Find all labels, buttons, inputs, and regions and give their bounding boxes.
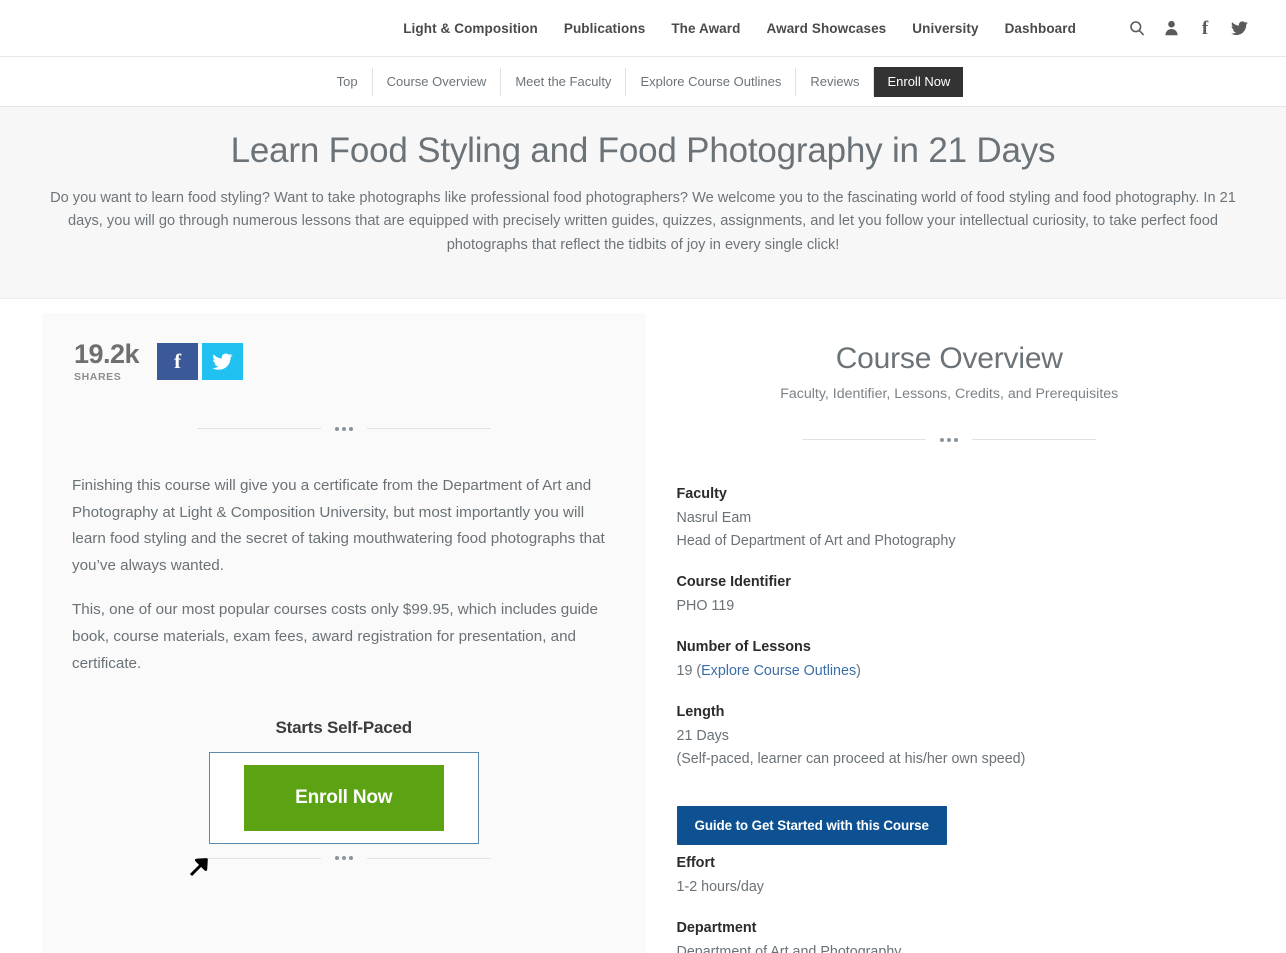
divider-dots — [940, 437, 959, 442]
top-navigation-bar: Light & Composition Publications The Awa… — [0, 0, 1286, 57]
lessons-count: 19 ( — [676, 663, 702, 680]
hero-description: Do you want to learn food styling? Want … — [50, 189, 1236, 254]
right-column: Course Overview Faculty, Identifier, Les… — [646, 312, 1252, 953]
lessons-suffix: ) — [856, 663, 861, 680]
detail-label: Faculty — [676, 485, 727, 502]
nav-dashboard[interactable]: Dashboard — [1005, 21, 1076, 36]
divider-line-right — [366, 857, 491, 859]
top-navigation-icons: f — [1128, 19, 1248, 38]
divider-dots — [334, 856, 353, 861]
detail-label: Department — [676, 919, 757, 936]
divider-line-left — [196, 428, 321, 430]
detail-value: Nasrul Eam — [676, 509, 752, 526]
guide-to-get-started-button[interactable]: Guide to Get Started with this Course — [676, 805, 947, 845]
cursor-arrow-icon — [189, 857, 208, 876]
divider-line-right — [972, 439, 1097, 441]
subnav-meet-the-faculty[interactable]: Meet the Faculty — [501, 67, 627, 96]
share-count-block: 19.2k SHARES — [74, 338, 140, 383]
detail-label: Number of Lessons — [676, 639, 811, 656]
facebook-icon[interactable]: f — [1196, 19, 1214, 38]
nav-award-showcases[interactable]: Award Showcases — [766, 21, 886, 36]
subnav-enroll-now-button[interactable]: Enroll Now — [874, 66, 964, 97]
detail-label: Length — [676, 704, 725, 721]
nav-university[interactable]: University — [912, 21, 978, 36]
detail-effort: Effort 1-2 hours/day — [677, 855, 1223, 899]
left-top-divider — [72, 426, 616, 431]
section-navigation-items: Top Course Overview Meet the Faculty Exp… — [323, 66, 964, 97]
course-overview-subtitle: Faculty, Identifier, Lessons, Credits, a… — [780, 385, 1119, 402]
left-bottom-divider — [72, 856, 616, 861]
top-navigation-links: Light & Composition Publications The Awa… — [403, 19, 1248, 38]
detail-length: Length 21 Days (Self-paced, learner can … — [677, 704, 1223, 771]
subnav-explore-course-outlines[interactable]: Explore Course Outlines — [626, 67, 797, 96]
divider-line-left — [196, 857, 321, 859]
enroll-now-button[interactable]: Enroll Now — [243, 765, 444, 832]
left-paragraph-2: This, one of our most popular courses co… — [72, 601, 598, 673]
share-count-label: SHARES — [74, 370, 122, 383]
search-icon[interactable] — [1128, 19, 1146, 37]
detail-number-of-lessons: Number of Lessons 19 (Explore Course Out… — [677, 639, 1223, 683]
right-top-divider — [677, 437, 1223, 442]
twitter-icon — [212, 353, 233, 370]
detail-value: (Self-paced, learner can proceed at his/… — [676, 751, 1026, 768]
nav-light-composition[interactable]: Light & Composition — [403, 21, 538, 36]
explore-course-outlines-link[interactable]: Explore Course Outlines — [701, 663, 856, 679]
subnav-top[interactable]: Top — [323, 67, 373, 96]
detail-label: Course Identifier — [676, 573, 791, 590]
twitter-icon[interactable] — [1230, 19, 1248, 37]
course-overview-title: Course Overview — [835, 341, 1063, 375]
detail-label: Effort — [676, 854, 715, 871]
detail-course-identifier: Course Identifier PHO 119 — [677, 574, 1223, 618]
user-account-icon[interactable] — [1162, 19, 1180, 37]
section-navigation-bar: Top Course Overview Meet the Faculty Exp… — [0, 57, 1286, 107]
detail-value: 21 Days — [676, 728, 729, 745]
detail-value: Department of Art and Photography — [676, 943, 902, 953]
starts-label: Starts Self-Paced — [275, 718, 413, 738]
divider-line-right — [366, 428, 491, 430]
content-columns: 19.2k SHARES f Finishing this course wil… — [0, 298, 1286, 953]
hero-section: Learn Food Styling and Food Photography … — [0, 107, 1286, 299]
facebook-icon: f — [174, 349, 182, 374]
share-twitter-button[interactable] — [202, 343, 244, 381]
detail-value: 1-2 hours/day — [676, 878, 764, 895]
enroll-block: Starts Self-Paced Enroll Now — [72, 718, 616, 845]
detail-value: Head of Department of Art and Photograph… — [676, 532, 956, 549]
divider-dots — [334, 426, 353, 431]
page-title: Learn Food Styling and Food Photography … — [230, 131, 1056, 170]
detail-department: Department Department of Art and Photogr… — [677, 920, 1223, 953]
detail-value: 19 (Explore Course Outlines) — [677, 660, 1223, 683]
share-facebook-button[interactable]: f — [157, 343, 199, 381]
share-count-value: 19.2k — [74, 338, 140, 369]
enroll-now-focus-frame[interactable]: Enroll Now — [208, 752, 479, 845]
nav-the-award[interactable]: The Award — [671, 21, 740, 36]
subnav-course-overview[interactable]: Course Overview — [373, 67, 502, 96]
left-paragraph-1: Finishing this course will give you a ce… — [72, 476, 605, 575]
detail-value: PHO 119 — [676, 597, 735, 614]
nav-publications[interactable]: Publications — [564, 21, 645, 36]
left-column: 19.2k SHARES f Finishing this course wil… — [42, 312, 646, 953]
subnav-reviews[interactable]: Reviews — [796, 67, 875, 96]
divider-line-left — [802, 439, 927, 441]
detail-faculty: Faculty Nasrul Eam Head of Department of… — [677, 486, 1223, 553]
share-bar: 19.2k SHARES f — [72, 338, 616, 383]
left-body-text: Finishing this course will give you a ce… — [72, 473, 616, 678]
course-detail-list: Faculty Nasrul Eam Head of Department of… — [676, 486, 1223, 953]
